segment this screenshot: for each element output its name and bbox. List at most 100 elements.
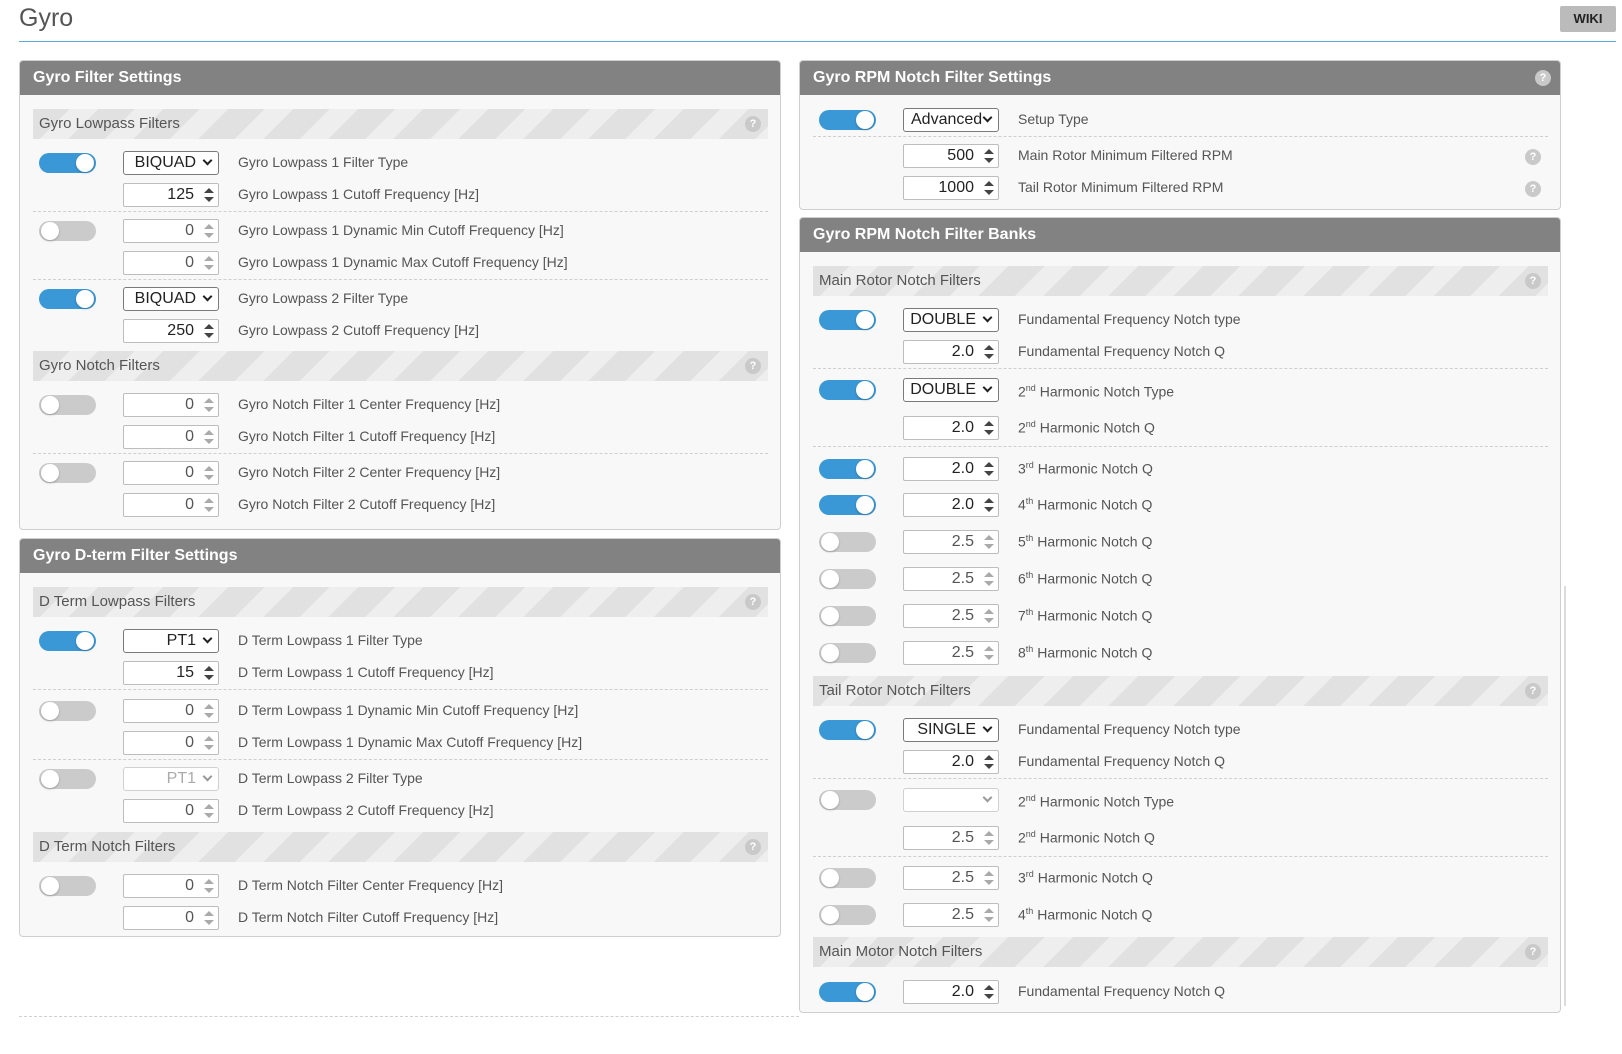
spinner-icon[interactable] <box>204 255 214 271</box>
help-icon[interactable]: ? <box>1525 273 1541 289</box>
spinner-icon[interactable] <box>984 608 994 624</box>
number-input[interactable]: 0 <box>123 493 219 517</box>
spinner-icon[interactable] <box>204 735 214 751</box>
number-input[interactable]: 0 <box>123 461 219 485</box>
spinner-icon[interactable] <box>984 907 994 923</box>
number-input[interactable]: 2.0 <box>903 416 999 440</box>
filter-type-select[interactable]: BIQUAD <box>123 287 219 311</box>
enable-toggle[interactable] <box>819 310 876 330</box>
spinner-icon[interactable] <box>204 397 214 413</box>
spinner-icon[interactable] <box>984 461 994 477</box>
number-input[interactable]: 0 <box>123 731 219 755</box>
spinner-icon[interactable] <box>984 754 994 770</box>
number-input[interactable]: 250 <box>123 319 219 343</box>
spinner-icon[interactable] <box>204 878 214 894</box>
number-input[interactable]: 0 <box>123 251 219 275</box>
number-input[interactable]: 0 <box>123 219 219 243</box>
number-input[interactable]: 2.5 <box>903 826 999 850</box>
enable-toggle[interactable] <box>39 701 96 721</box>
enable-toggle[interactable] <box>39 289 96 309</box>
number-input[interactable]: 0 <box>123 906 219 930</box>
enable-toggle[interactable] <box>39 395 96 415</box>
number-input[interactable]: 2.0 <box>903 340 999 364</box>
help-icon[interactable]: ? <box>1525 181 1541 197</box>
scrollbar-track[interactable] <box>1564 586 1566 1006</box>
help-icon[interactable]: ? <box>745 839 761 855</box>
enable-toggle[interactable] <box>39 631 96 651</box>
spinner-icon[interactable] <box>984 830 994 846</box>
spinner-icon[interactable] <box>984 148 994 164</box>
help-icon[interactable]: ? <box>1535 70 1551 86</box>
filter-type-select[interactable]: BIQUAD <box>123 151 219 175</box>
number-input[interactable]: 2.5 <box>903 567 999 591</box>
number-input[interactable]: 0 <box>123 393 219 417</box>
notch-type-select[interactable] <box>903 788 999 812</box>
spinner-icon[interactable] <box>984 645 994 661</box>
enable-toggle[interactable] <box>819 720 876 740</box>
spinner-icon[interactable] <box>984 534 994 550</box>
number-input[interactable]: 2.5 <box>903 903 999 927</box>
number-input[interactable]: 2.0 <box>903 980 999 1004</box>
help-icon[interactable]: ? <box>745 594 761 610</box>
number-input[interactable]: 2.5 <box>903 530 999 554</box>
enable-toggle[interactable] <box>39 463 96 483</box>
spinner-icon[interactable] <box>984 497 994 513</box>
wiki-button[interactable]: WIKI <box>1560 6 1616 32</box>
enable-toggle[interactable] <box>39 876 96 896</box>
enable-toggle[interactable] <box>39 221 96 241</box>
filter-type-select[interactable]: PT1 <box>123 767 219 791</box>
setup-type-select[interactable]: Advanced <box>903 108 999 132</box>
number-input[interactable]: 2.5 <box>903 866 999 890</box>
notch-type-select[interactable]: DOUBLE <box>903 308 999 332</box>
enable-toggle[interactable] <box>819 606 876 626</box>
number-input[interactable]: 500 <box>903 144 999 168</box>
notch-type-select[interactable]: DOUBLE <box>903 378 999 402</box>
enable-toggle[interactable] <box>819 905 876 925</box>
spinner-icon[interactable] <box>204 323 214 339</box>
spinner-icon[interactable] <box>984 571 994 587</box>
enable-toggle[interactable] <box>819 495 876 515</box>
number-input[interactable]: 0 <box>123 425 219 449</box>
enable-toggle[interactable] <box>819 982 876 1002</box>
number-input[interactable]: 2.5 <box>903 604 999 628</box>
spinner-icon[interactable] <box>204 223 214 239</box>
enable-toggle[interactable] <box>819 569 876 589</box>
spinner-icon[interactable] <box>204 703 214 719</box>
spinner-icon[interactable] <box>204 910 214 926</box>
enable-toggle[interactable] <box>819 110 876 130</box>
enable-toggle[interactable] <box>819 459 876 479</box>
spinner-icon[interactable] <box>984 870 994 886</box>
number-input[interactable]: 1000 <box>903 176 999 200</box>
number-input[interactable]: 2.5 <box>903 641 999 665</box>
enable-toggle[interactable] <box>819 790 876 810</box>
spinner-icon[interactable] <box>984 984 994 1000</box>
spinner-icon[interactable] <box>204 429 214 445</box>
spinner-icon[interactable] <box>984 420 994 436</box>
notch-type-select[interactable]: SINGLE <box>903 718 999 742</box>
spinner-icon[interactable] <box>984 344 994 360</box>
spinner-icon[interactable] <box>204 187 214 203</box>
spinner-icon[interactable] <box>204 803 214 819</box>
help-icon[interactable]: ? <box>745 116 761 132</box>
enable-toggle[interactable] <box>39 769 96 789</box>
number-input[interactable]: 0 <box>123 799 219 823</box>
number-input[interactable]: 125 <box>123 183 219 207</box>
help-icon[interactable]: ? <box>1525 683 1541 699</box>
enable-toggle[interactable] <box>39 153 96 173</box>
enable-toggle[interactable] <box>819 532 876 552</box>
number-input[interactable]: 2.0 <box>903 750 999 774</box>
number-input[interactable]: 0 <box>123 699 219 723</box>
spinner-icon[interactable] <box>204 665 214 681</box>
number-input[interactable]: 2.0 <box>903 457 999 481</box>
enable-toggle[interactable] <box>819 868 876 888</box>
help-icon[interactable]: ? <box>745 358 761 374</box>
spinner-icon[interactable] <box>204 497 214 513</box>
help-icon[interactable]: ? <box>1525 944 1541 960</box>
number-input[interactable]: 0 <box>123 874 219 898</box>
help-icon[interactable]: ? <box>1525 149 1541 165</box>
spinner-icon[interactable] <box>204 465 214 481</box>
enable-toggle[interactable] <box>819 643 876 663</box>
number-input[interactable]: 2.0 <box>903 493 999 517</box>
filter-type-select[interactable]: PT1 <box>123 629 219 653</box>
enable-toggle[interactable] <box>819 380 876 400</box>
